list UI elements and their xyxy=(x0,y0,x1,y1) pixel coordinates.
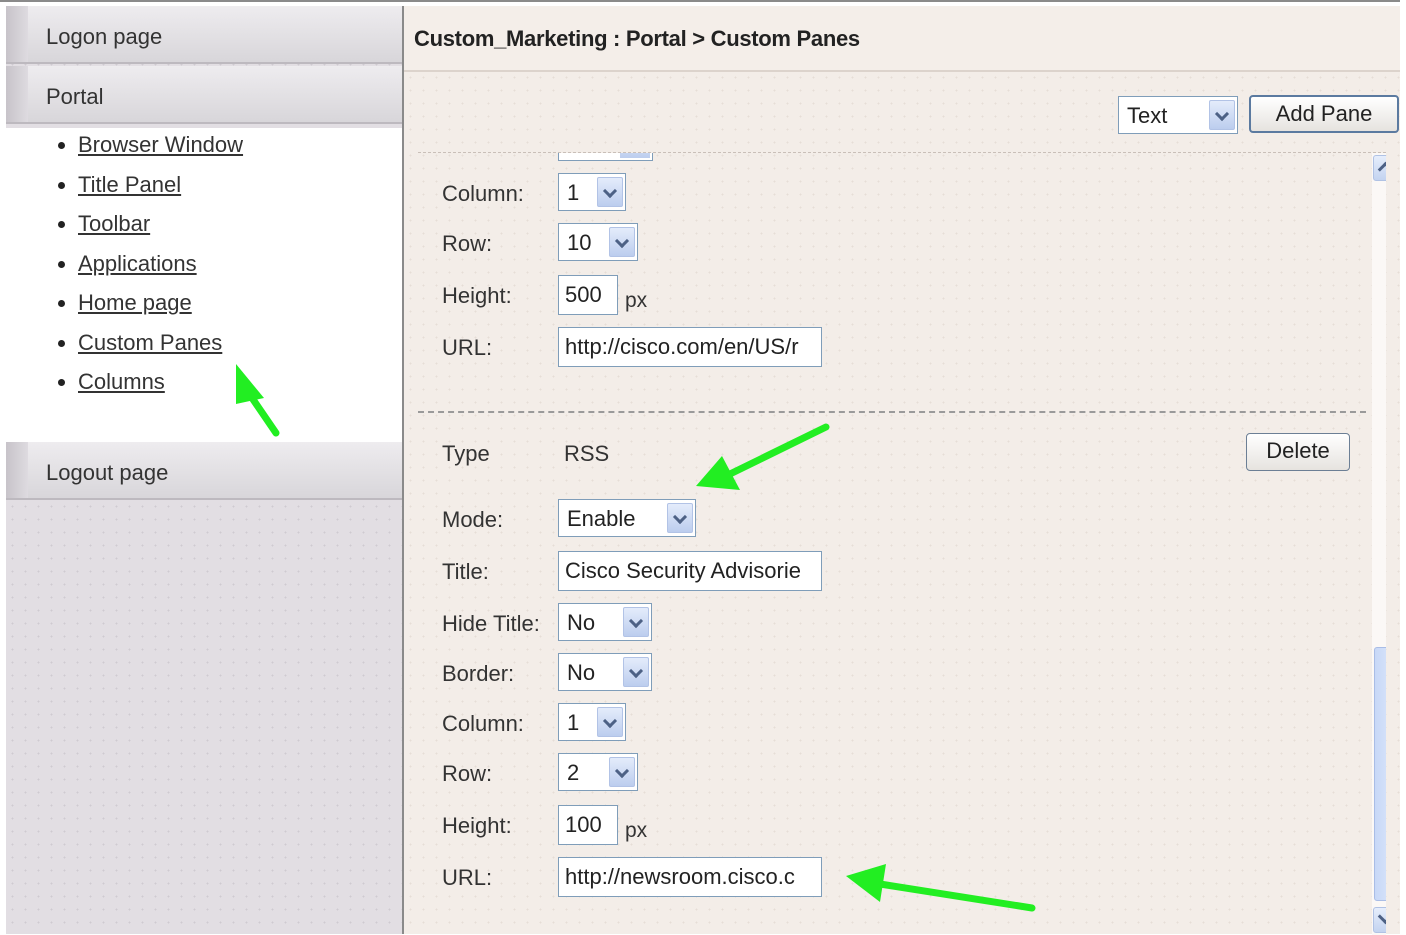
nav-link-title-panel[interactable]: Title Panel xyxy=(78,172,181,197)
sidebar-section-portal[interactable]: Portal xyxy=(6,66,402,124)
chevron-down-icon xyxy=(623,607,649,637)
select-value: 1 xyxy=(567,710,580,735)
column-label: Column: xyxy=(442,181,524,206)
nav-link-toolbar[interactable]: Toolbar xyxy=(78,211,150,236)
title-field[interactable]: Cisco Security Advisorie xyxy=(558,551,822,591)
hide-title-label: Hide Title: xyxy=(442,611,540,636)
sidebar-section-logout[interactable]: Logout page xyxy=(6,442,402,500)
pane-divider xyxy=(418,411,1366,413)
list-item: Home page xyxy=(78,290,402,330)
chevron-down-icon xyxy=(609,757,635,787)
breadcrumb: Custom_Marketing : Portal > Custom Panes xyxy=(404,6,1400,72)
select-value: No xyxy=(567,610,596,635)
type-value: RSS xyxy=(564,441,610,466)
nav-link-home-page[interactable]: Home page xyxy=(78,290,192,315)
scrollbar-thumb[interactable] xyxy=(1374,647,1386,901)
border-label: Border: xyxy=(442,661,515,686)
mode-select[interactable]: Enable xyxy=(558,499,696,537)
chevron-down-icon xyxy=(623,657,649,687)
select-value: 10 xyxy=(567,230,592,255)
sidebar-section-label: Logout page xyxy=(46,460,169,485)
height-label: Height: xyxy=(442,813,512,838)
height-field[interactable]: 500 xyxy=(558,275,618,315)
mode-label: Mode: xyxy=(442,507,504,532)
chevron-down-icon xyxy=(597,707,623,737)
sidebar: Logon page Portal Browser Window Title P… xyxy=(6,6,402,934)
type-label: Type xyxy=(442,441,490,466)
column-select[interactable]: 1 xyxy=(558,173,626,211)
row-select[interactable]: 10 xyxy=(558,223,638,261)
sidebar-section-label: Portal xyxy=(46,84,104,109)
panes-list: Column: 1 Row: 10 Height: 500 px URL: ht… xyxy=(418,152,1386,935)
select-value: Enable xyxy=(567,506,636,531)
list-item: Columns xyxy=(78,369,402,409)
column-select[interactable]: 1 xyxy=(558,703,626,741)
pane-type-select[interactable]: Text xyxy=(1118,96,1238,134)
height-unit: px xyxy=(625,819,648,842)
list-item: Browser Window xyxy=(78,132,402,172)
nav-link-columns[interactable]: Columns xyxy=(78,369,165,394)
height-label: Height: xyxy=(442,283,512,308)
title-label: Title: xyxy=(442,559,489,584)
border-select[interactable]: No xyxy=(558,653,652,691)
select-partial[interactable] xyxy=(558,153,653,161)
list-item: Toolbar xyxy=(78,211,402,251)
chevron-down-icon xyxy=(667,503,693,533)
hide-title-select[interactable]: No xyxy=(558,603,652,641)
select-value: 1 xyxy=(567,180,580,205)
scrollbar[interactable] xyxy=(1372,153,1386,935)
portal-menu: Browser Window Title Panel Toolbar Appli… xyxy=(6,128,402,443)
nav-link-applications[interactable]: Applications xyxy=(78,251,197,276)
list-item: Custom Panes xyxy=(78,330,402,370)
url-label: URL: xyxy=(442,335,493,360)
delete-button[interactable]: Delete xyxy=(1246,433,1350,471)
chevron-down-icon xyxy=(1209,100,1235,130)
select-value: 2 xyxy=(567,760,580,785)
divider xyxy=(0,0,1400,2)
nav-link-custom-panes[interactable]: Custom Panes xyxy=(78,330,222,355)
list-item: Applications xyxy=(78,251,402,291)
row-select[interactable]: 2 xyxy=(558,753,638,791)
row-label: Row: xyxy=(442,231,493,256)
column-label: Column: xyxy=(442,711,524,736)
main-pane: Custom_Marketing : Portal > Custom Panes… xyxy=(404,6,1400,935)
select-value: No xyxy=(567,660,596,685)
page-title: Custom_Marketing : Portal > Custom Panes xyxy=(414,26,860,51)
url-field[interactable]: http://newsroom.cisco.c xyxy=(558,857,822,897)
sidebar-section-label: Logon page xyxy=(46,24,163,49)
height-field[interactable]: 100 xyxy=(558,805,618,845)
scroll-up-icon[interactable] xyxy=(1373,155,1386,181)
list-item: Title Panel xyxy=(78,172,402,212)
scroll-down-icon[interactable] xyxy=(1373,907,1386,933)
url-label: URL: xyxy=(442,865,493,890)
select-value: Text xyxy=(1127,103,1168,128)
chevron-down-icon xyxy=(597,177,623,207)
height-unit: px xyxy=(625,289,648,312)
url-field[interactable]: http://cisco.com/en/US/r xyxy=(558,327,822,367)
sidebar-section-logon[interactable]: Logon page xyxy=(6,6,402,64)
row-label: Row: xyxy=(442,761,493,786)
nav-link-browser-window[interactable]: Browser Window xyxy=(78,132,243,157)
add-pane-button[interactable]: Add Pane xyxy=(1249,95,1399,133)
chevron-down-icon xyxy=(609,227,635,257)
